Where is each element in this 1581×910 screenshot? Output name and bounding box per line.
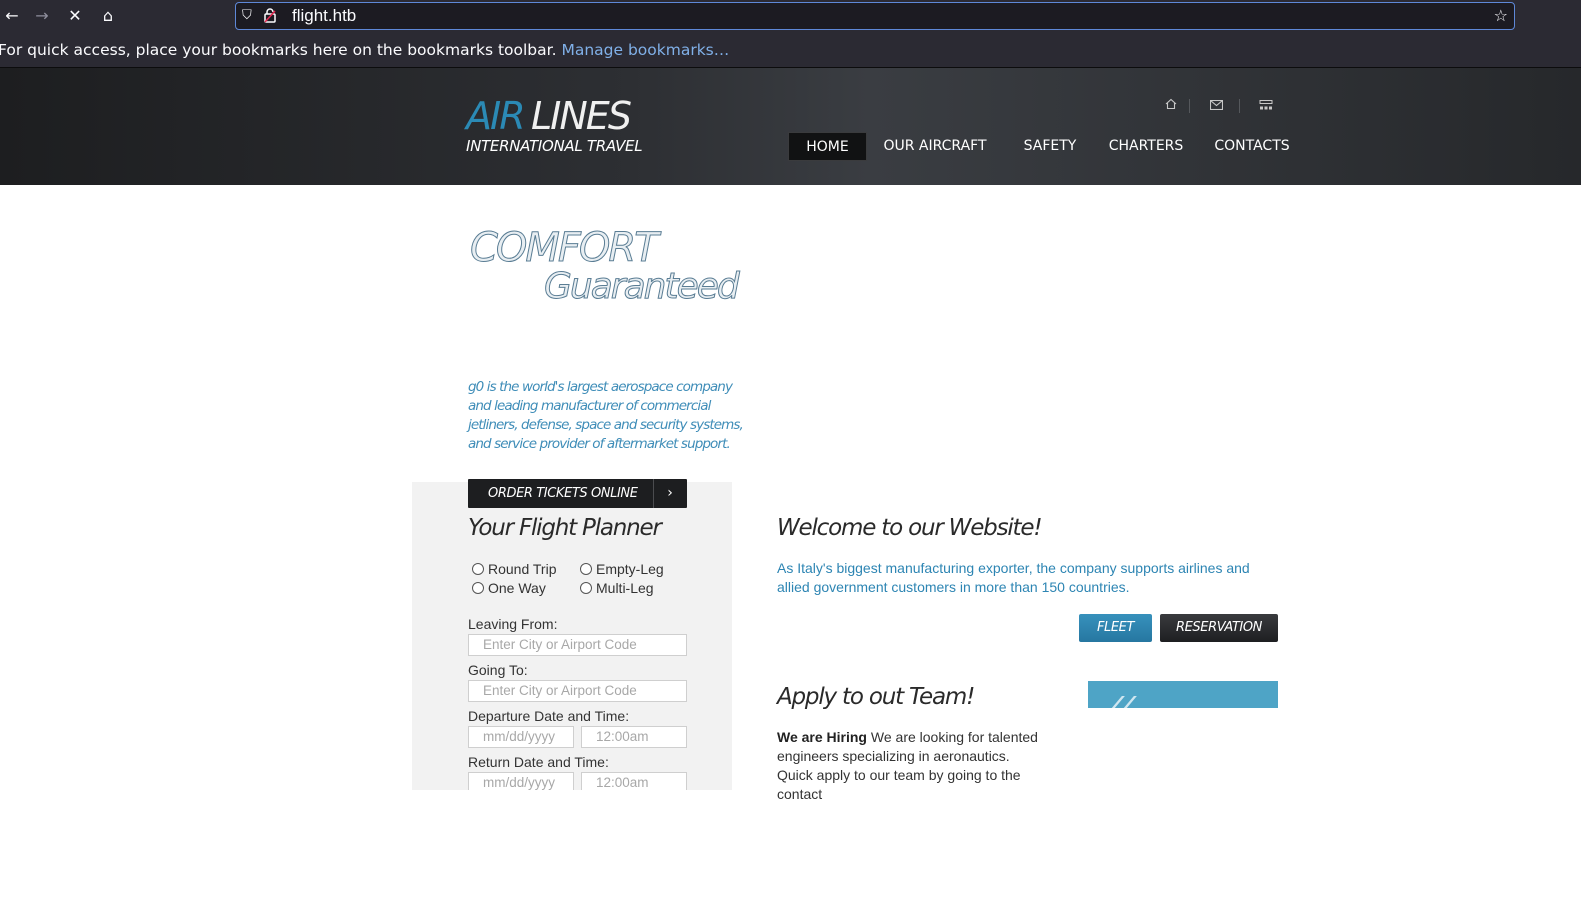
departure-label: Departure Date and Time:	[468, 708, 630, 724]
url-bar[interactable]: ⛉ flight.htb ☆	[235, 2, 1515, 30]
radio-circle[interactable]	[472, 582, 484, 594]
url-text[interactable]: flight.htb	[292, 6, 356, 26]
nav-contacts[interactable]: CONTACTS	[1210, 132, 1294, 161]
bookmarks-toolbar: For quick access, place your bookmarks h…	[0, 32, 1581, 68]
flight-planner-title: Your Flight Planner	[468, 515, 662, 541]
mail-icon[interactable]	[1205, 96, 1227, 116]
order-tickets-button[interactable]: ORDER TICKETS ONLINE ›	[468, 479, 687, 508]
hiring-banner-image[interactable]	[1088, 681, 1278, 708]
return-date-input[interactable]: mm/dd/yyyy	[468, 772, 574, 790]
sitemap-icon[interactable]	[1255, 96, 1277, 116]
departure-time-input[interactable]: 12:00am	[581, 726, 687, 748]
logo-air[interactable]: AIR	[466, 94, 526, 138]
departure-date-input[interactable]: mm/dd/yyyy	[468, 726, 574, 748]
radio-empty-leg[interactable]: Empty-Leg	[580, 561, 664, 577]
going-to-input[interactable]: Enter City or Airport Code	[468, 680, 687, 702]
radio-circle[interactable]	[580, 563, 592, 575]
shield-icon[interactable]: ⛉	[242, 8, 256, 24]
reservation-button[interactable]: RESERVATION	[1160, 614, 1278, 642]
radio-one-way[interactable]: One Way	[472, 580, 546, 596]
chevron-right-icon: ›	[667, 485, 673, 501]
going-to-label: Going To:	[468, 662, 528, 678]
icon-divider	[1239, 99, 1240, 113]
welcome-title: Welcome to our Website!	[777, 515, 1043, 541]
welcome-text: As Italy's biggest manufacturing exporte…	[777, 560, 1250, 595]
hero-description: g0 is the world's largest aerospace comp…	[468, 379, 744, 452]
leaving-from-label: Leaving From:	[468, 616, 558, 632]
radio-label: Multi-Leg	[596, 580, 654, 596]
star-icon[interactable]: ☆	[1494, 6, 1508, 26]
banner-decoration	[1110, 696, 1125, 708]
radio-round-trip[interactable]: Round Trip	[472, 561, 556, 577]
home-icon[interactable]	[1160, 96, 1182, 116]
radio-multi-leg[interactable]: Multi-Leg	[580, 580, 654, 596]
radio-circle[interactable]	[472, 563, 484, 575]
banner-decoration	[1122, 696, 1137, 708]
manage-bookmarks-link[interactable]: Manage bookmarks…	[561, 41, 729, 59]
radio-label: Round Trip	[488, 561, 557, 577]
button-divider	[653, 479, 654, 508]
radio-circle[interactable]	[580, 582, 592, 594]
leaving-from-input[interactable]: Enter City or Airport Code	[468, 634, 687, 656]
nav-home[interactable]: HOME	[788, 132, 867, 161]
hero-guaranteed-text: Guaranteed	[544, 266, 741, 308]
return-label: Return Date and Time:	[468, 754, 609, 770]
bookmarks-hint-text: For quick access, place your bookmarks h…	[0, 41, 557, 59]
radio-label: One Way	[488, 580, 546, 596]
apply-title: Apply to out Team!	[777, 684, 975, 710]
nav-charters[interactable]: CHARTERS	[1103, 132, 1189, 161]
forward-arrow-icon[interactable]: →	[30, 4, 54, 28]
return-time-input[interactable]: 12:00am	[581, 772, 687, 790]
bookmarks-message: For quick access, place your bookmarks h…	[0, 40, 729, 60]
logo-lines[interactable]: LINES	[531, 94, 632, 138]
radio-label: Empty-Leg	[596, 561, 664, 577]
order-tickets-label: ORDER TICKETS ONLINE	[488, 486, 638, 501]
home-icon[interactable]: ⌂	[96, 4, 120, 28]
site-header: AIR LINES INTERNATIONAL TRAVEL HOME OUR …	[0, 68, 1581, 185]
nav-our-aircraft[interactable]: OUR AIRCRAFT	[880, 132, 990, 161]
lock-icon[interactable]	[264, 8, 278, 24]
nav-safety[interactable]: SAFETY	[1015, 132, 1085, 161]
logo-subtitle[interactable]: INTERNATIONAL TRAVEL	[466, 136, 643, 156]
hiring-bold-text: We are Hiring	[777, 729, 867, 745]
back-arrow-icon[interactable]: ←	[0, 4, 24, 28]
browser-toolbar: ← → ✕ ⌂ ⛉ flight.htb ☆	[0, 0, 1581, 32]
fleet-button[interactable]: FLEET	[1079, 614, 1152, 642]
icon-divider	[1189, 99, 1190, 113]
stop-icon[interactable]: ✕	[63, 4, 87, 28]
apply-text: We are Hiring We are looking for talente…	[777, 728, 1047, 804]
